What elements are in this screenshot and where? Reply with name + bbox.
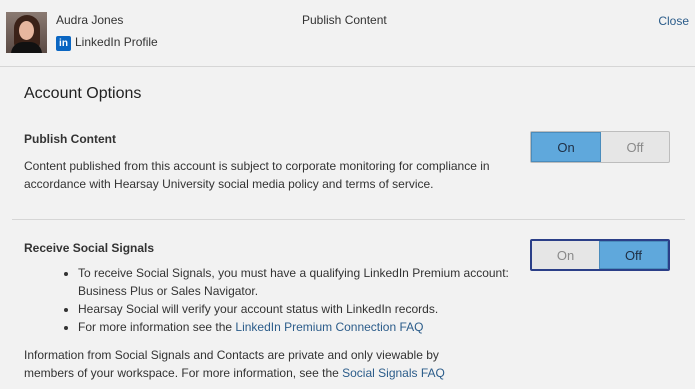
social-signals-toggle[interactable]: On Off	[530, 239, 670, 271]
publish-off-option[interactable]: Off	[601, 132, 669, 162]
signals-off-option[interactable]: Off	[599, 241, 668, 269]
close-button[interactable]: Close	[658, 14, 689, 28]
publish-on-option[interactable]: On	[531, 132, 601, 162]
divider	[12, 219, 685, 220]
publish-content-toggle[interactable]: On Off	[530, 131, 670, 163]
publish-content-description: Content published from this account is s…	[24, 159, 490, 191]
avatar	[6, 12, 47, 53]
linkedin-icon: in	[56, 36, 71, 51]
list-item: To receive Social Signals, you must have…	[78, 264, 518, 300]
page-title: Publish Content	[302, 13, 387, 27]
header: Audra Jones in LinkedIn Profile Publish …	[0, 0, 695, 67]
privacy-note: Information from Social Signals and Cont…	[24, 346, 484, 382]
list-item-text: For more information see the	[78, 320, 236, 334]
social-signals-faq-link[interactable]: Social Signals FAQ	[342, 366, 445, 380]
section-title: Account Options	[24, 85, 142, 102]
list-item: For more information see the LinkedIn Pr…	[78, 318, 518, 336]
social-signals-title: Receive Social Signals	[24, 241, 155, 255]
linkedin-premium-faq-link[interactable]: LinkedIn Premium Connection FAQ	[235, 320, 423, 334]
network-label: LinkedIn Profile	[75, 35, 158, 49]
user-name: Audra Jones	[56, 13, 124, 27]
publish-content-title: Publish Content	[24, 132, 116, 146]
list-item: Hearsay Social will verify your account …	[78, 300, 518, 318]
signals-requirements-list: To receive Social Signals, you must have…	[60, 264, 518, 336]
signals-on-option[interactable]: On	[532, 241, 599, 269]
